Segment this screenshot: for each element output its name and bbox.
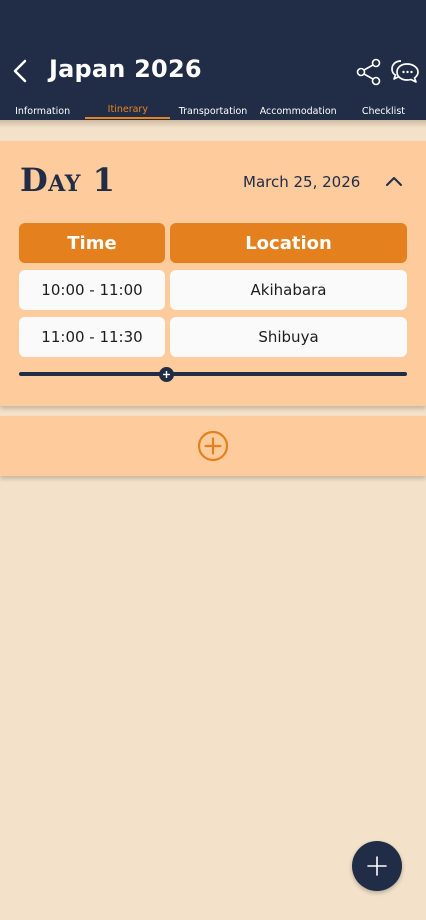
location-cell[interactable]: Akihabara (170, 270, 407, 310)
column-resize-slider[interactable] (19, 372, 407, 376)
day-date: March 25, 2026 (243, 173, 361, 191)
plus-icon (367, 856, 387, 876)
tab-checklist[interactable]: Checklist (341, 100, 426, 120)
app-header: Japan 2026 Information Itinerary Transpo… (0, 0, 426, 120)
chat-button[interactable] (390, 58, 420, 86)
tab-itinerary[interactable]: Itinerary (85, 100, 171, 120)
day-title: Day 1 (20, 161, 116, 199)
chat-bubbles-icon (391, 60, 419, 83)
chevron-up-icon (386, 177, 402, 186)
add-item-fab[interactable] (352, 841, 402, 891)
page-title: Japan 2026 (49, 55, 202, 83)
day-card: Day 1 March 25, 2026 Time Location 10:00… (0, 141, 426, 406)
tab-accommodation[interactable]: Accommodation (256, 100, 341, 120)
header-shadow (0, 120, 426, 128)
tab-bar: Information Itinerary Transportation Acc… (0, 100, 426, 120)
time-cell[interactable]: 10:00 - 11:00 (19, 270, 165, 310)
collapse-button[interactable] (384, 173, 404, 189)
chevron-left-icon (13, 59, 27, 83)
column-header-time: Time (19, 223, 165, 263)
column-header-location: Location (170, 223, 407, 263)
tab-information[interactable]: Information (0, 100, 85, 120)
share-icon (356, 58, 381, 86)
add-day-button[interactable] (0, 416, 426, 476)
tab-transportation[interactable]: Transportation (170, 100, 255, 120)
share-button[interactable] (356, 58, 382, 86)
location-cell[interactable]: Shibuya (170, 317, 407, 357)
plus-icon (162, 371, 170, 378)
back-button[interactable] (8, 56, 32, 86)
time-cell[interactable]: 11:00 - 11:30 (19, 317, 165, 357)
slider-thumb[interactable] (158, 367, 174, 382)
plus-circle-icon (197, 430, 229, 462)
